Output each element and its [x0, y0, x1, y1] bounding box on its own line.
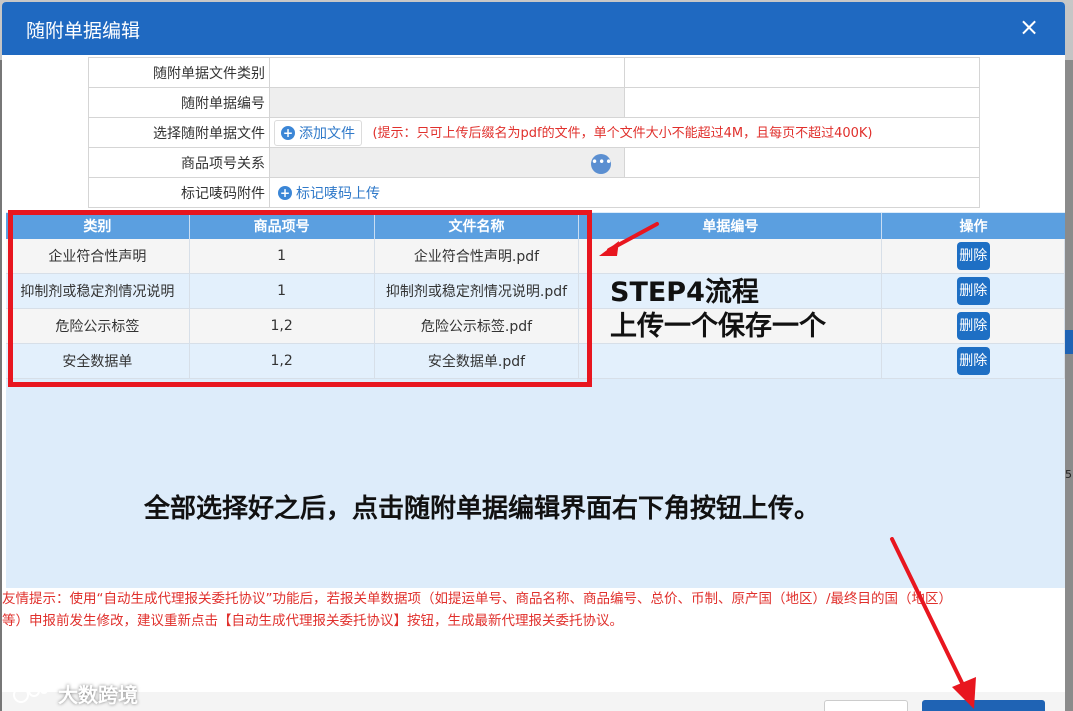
form-empty-cell: [624, 147, 980, 178]
mark-attachment-label: 标记唛码附件: [88, 177, 270, 208]
watermark: 大数跨境: [12, 679, 138, 708]
cell-action: 删除: [881, 239, 1065, 274]
background-right-edge: [1065, 60, 1073, 711]
highlight-box: [8, 210, 592, 387]
delete-button[interactable]: 删除: [956, 242, 990, 270]
annotation-arrow-down-icon: [890, 537, 976, 709]
more-options-icon[interactable]: •••: [591, 154, 612, 174]
step-title: STEP4流程: [610, 277, 759, 308]
form-empty-cell: [624, 57, 980, 88]
delete-button[interactable]: 删除: [956, 347, 990, 375]
mark-upload-label: 标记唛码上传: [296, 185, 380, 202]
delete-button[interactable]: 删除: [956, 277, 990, 305]
item-relation-label: 商品项号关系: [88, 147, 270, 178]
step-annotation: STEP4流程 上传一个保存一个: [610, 276, 826, 344]
cell-doc-no: [578, 343, 883, 379]
watermark-text: 大数跨境: [58, 683, 138, 707]
select-file-cell: + 添加文件 (提示：只可上传后缀名为pdf的文件，单个文件大小不能超过4M，且…: [269, 117, 980, 148]
dialog-titlebar: 随附单据编辑 ×: [2, 2, 1065, 55]
background-right-bar: [1065, 330, 1073, 354]
delete-button[interactable]: 删除: [956, 312, 990, 340]
plus-icon: +: [281, 125, 295, 140]
step-subtitle: 上传一个保存一个: [610, 311, 826, 342]
col-header-action[interactable]: 操作: [881, 213, 1065, 239]
mark-upload-cell: + 标记唛码上传: [269, 177, 980, 208]
form-empty-cell: [624, 87, 980, 118]
doc-edit-form: 随附单据文件类别 随附单据编号 选择随附单据文件 + 添加文件 (提示：只可上传…: [88, 57, 980, 208]
file-type-label: 随附单据文件类别: [88, 57, 270, 88]
doc-number-field: [269, 87, 625, 118]
dialog-title: 随附单据编辑: [26, 20, 141, 42]
instruction-text: 全部选择好之后，点击随附单据编辑界面右下角按钮上传。: [144, 494, 821, 524]
select-file-label: 选择随附单据文件: [88, 117, 270, 148]
background-right-digit: 5: [1065, 468, 1072, 481]
close-icon[interactable]: ×: [1014, 10, 1044, 44]
cell-action: 删除: [881, 273, 1065, 309]
file-type-select[interactable]: [269, 57, 625, 88]
add-file-label: 添加文件: [299, 125, 355, 142]
mark-upload-button[interactable]: + 标记唛码上传: [278, 183, 380, 203]
doc-number-label: 随附单据编号: [88, 87, 270, 118]
annotation-arrow-icon: [599, 222, 659, 256]
cell-action: 删除: [881, 343, 1065, 379]
add-file-button[interactable]: + 添加文件: [274, 119, 362, 146]
plus-icon: +: [278, 185, 292, 200]
watermark-logo-icon: [13, 684, 48, 703]
upload-hint: (提示：只可上传后缀名为pdf的文件，单个文件大小不能超过4M，且每页不超过40…: [372, 125, 873, 141]
item-relation-field[interactable]: [269, 147, 625, 178]
cell-action: 删除: [881, 308, 1065, 344]
attached-docs-dialog: 随附单据编辑 × 随附单据文件类别 随附单据编号 选择随附单据文件 + 添加文件…: [2, 2, 1065, 711]
